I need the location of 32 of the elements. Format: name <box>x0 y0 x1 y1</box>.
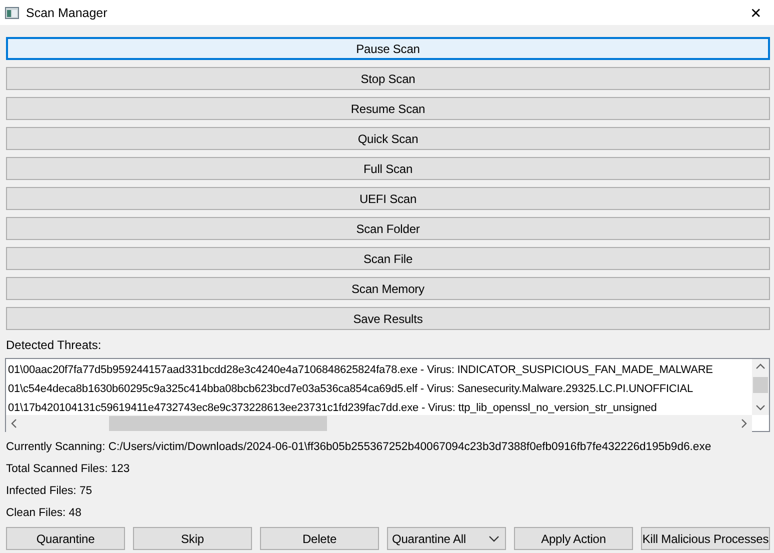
scan-button[interactable]: Pause Scan <box>6 37 770 60</box>
action-button[interactable]: Skip <box>133 527 252 550</box>
caret-icon <box>489 536 499 542</box>
action-button[interactable]: Quarantine <box>6 527 125 550</box>
app-icon <box>5 6 19 18</box>
scan-button[interactable]: Quick Scan <box>6 127 770 150</box>
threat-list-item[interactable]: 01\c54e4deca8b1630b60295c9a325c414bba08bcb623bcd7e03a536ca854ca69d5.elf - Virus: Sanesecurity.Malware.29325.LC.PI.UNOFFICIAL <box>8 380 693 399</box>
scrollbar-thumb[interactable] <box>109 416 327 431</box>
scan-button[interactable]: Stop Scan <box>6 67 770 90</box>
window-title: Scan Manager <box>26 6 108 20</box>
action-button[interactable]: Delete <box>260 527 379 550</box>
scan-button[interactable]: UEFI Scan <box>6 187 770 210</box>
scan-button[interactable]: Resume Scan <box>6 97 770 120</box>
close-icon[interactable]: ✕ <box>744 4 768 20</box>
horizontal-scrollbar[interactable] <box>6 415 752 432</box>
scan-button[interactable]: Full Scan <box>6 157 770 180</box>
scan-button[interactable]: Scan Memory <box>6 277 770 300</box>
status-text: Total Scanned Files: 123 <box>6 462 131 476</box>
action-dropdown[interactable]: Quarantine All <box>387 527 506 550</box>
action-button[interactable]: Apply Action <box>514 527 633 550</box>
scan-button[interactable]: Scan File <box>6 247 770 270</box>
scrollbar-thumb[interactable] <box>753 377 768 393</box>
threat-list-item[interactable]: 01\17b420104131c59619411e4732743ec8e9c373228613ee23731c1fd239fac7dd.exe - Virus: ttp_lib_openssl_no_version_str_unsigned <box>8 399 657 415</box>
threat-list-item[interactable]: 01\00aac20f7fa77d5b959244157aad331bcdd28e3c4240e4a7106848625824fa78.exe - Virus: INDICATOR_SUSPICIOUS_FAN_MADE_MALWARE <box>8 361 713 380</box>
vertical-scrollbar[interactable] <box>752 359 769 415</box>
action-button[interactable]: Kill Malicious Processes <box>641 527 770 550</box>
section-label: Detected Threats: <box>5 337 102 352</box>
scan-button[interactable]: Scan Folder <box>6 217 770 240</box>
status-text: Infected Files: 75 <box>6 484 94 498</box>
scan-button[interactable]: Save Results <box>6 307 770 330</box>
status-text: Clean Files: 48 <box>6 506 82 520</box>
status-text: Currently Scanning: C:/Users/victim/Downloads/2024-06-01\ff36b05b255367252b40067094c23b3d7388f0efb0916fb7fe432226d195b9d6.exe <box>6 440 712 454</box>
